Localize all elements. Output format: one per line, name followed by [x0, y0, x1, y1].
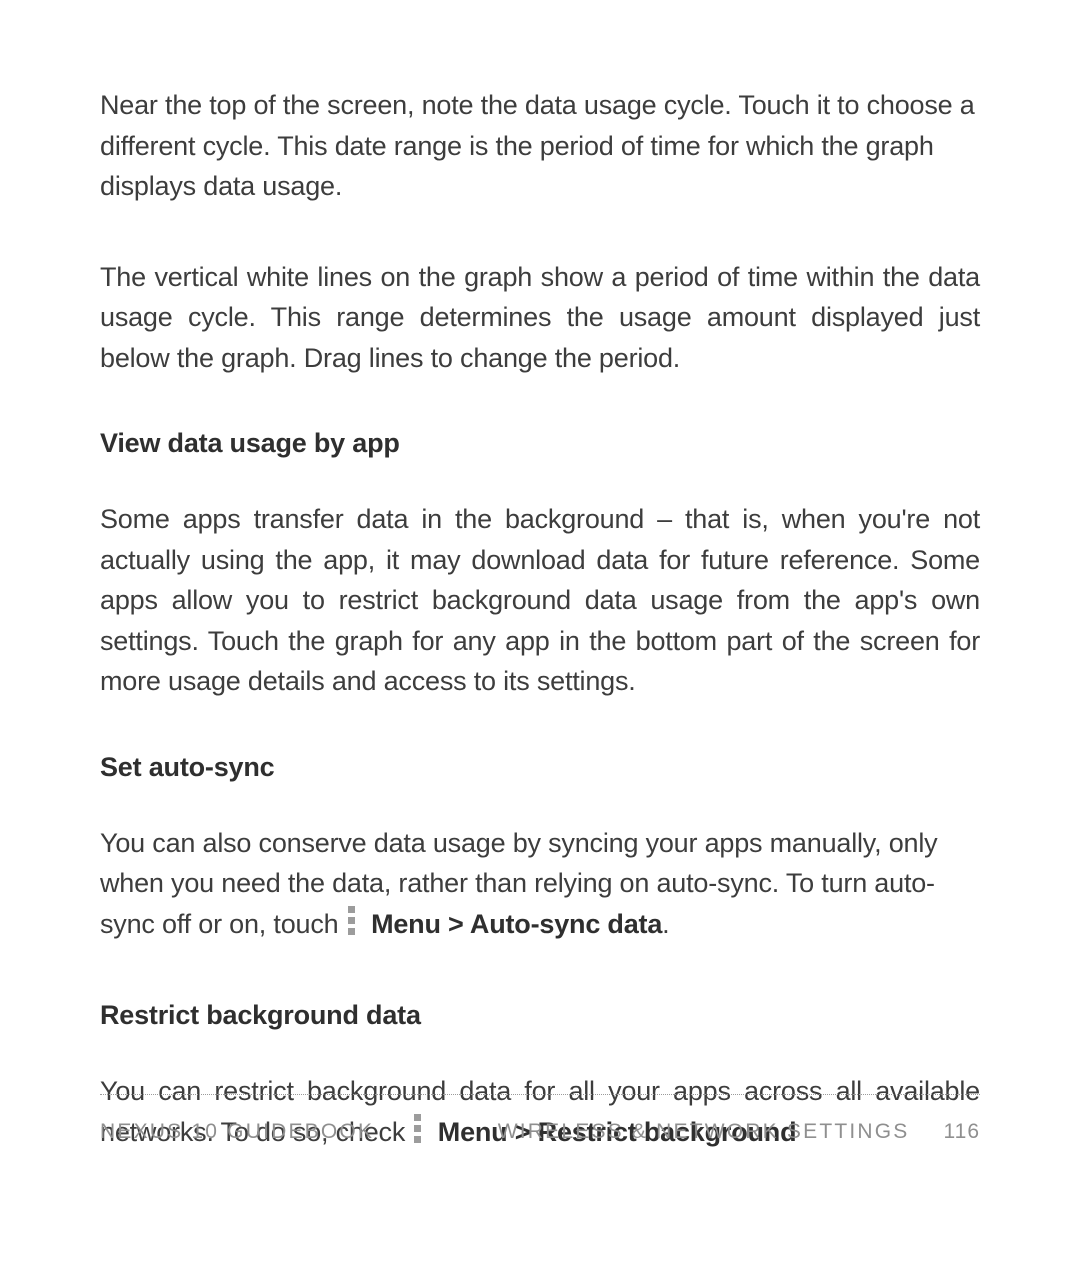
menu-path-auto-sync: Menu > Auto-sync data	[371, 909, 662, 939]
heading-restrict-background: Restrict background data	[100, 1000, 980, 1031]
heading-set-auto-sync: Set auto-sync	[100, 752, 980, 783]
footer-book-title: NEXUS 10 GUIDEBOOK	[100, 1120, 374, 1144]
heading-view-data-usage: View data usage by app	[100, 428, 980, 459]
page-footer: NEXUS 10 GUIDEBOOK WIRELESS & NETWORK SE…	[100, 1120, 980, 1144]
paragraph-data-cycle: Near the top of the screen, note the dat…	[100, 85, 980, 207]
paragraph-graph-lines: The vertical white lines on the graph sh…	[100, 257, 980, 379]
footer-divider	[100, 1094, 980, 1095]
footer-page-number: 116	[944, 1120, 980, 1144]
text: .	[662, 909, 669, 939]
paragraph-auto-sync: You can also conserve data usage by sync…	[100, 823, 980, 945]
paragraph-background-apps: Some apps transfer data in the backgroun…	[100, 499, 980, 702]
page: Near the top of the screen, note the dat…	[0, 0, 1080, 1270]
footer-section-title: WIRELESS & NETWORK SETTINGS	[498, 1120, 910, 1144]
menu-overflow-icon	[348, 906, 358, 935]
